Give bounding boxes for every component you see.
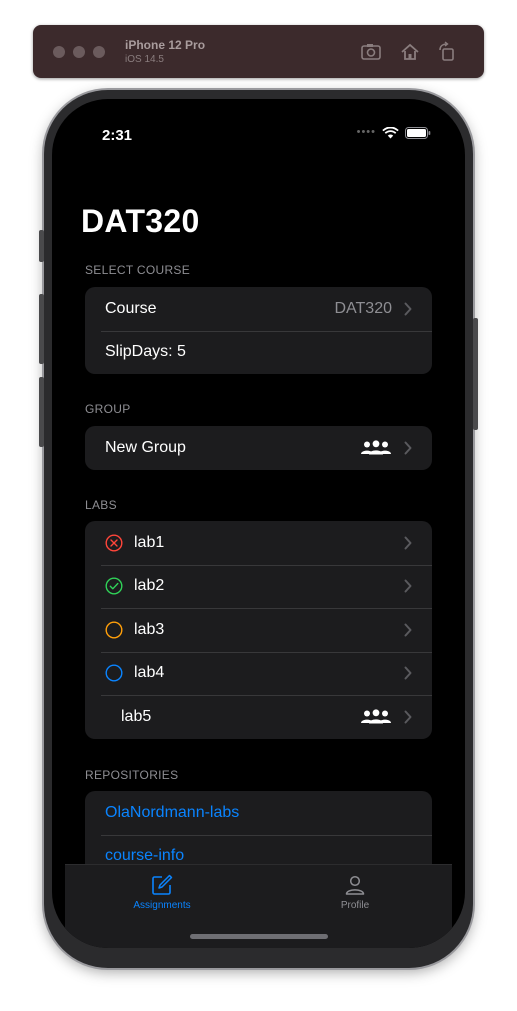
compose-icon — [152, 874, 173, 895]
section-header-group: GROUP — [85, 402, 131, 416]
chevron-right-icon — [404, 710, 412, 724]
lab-label: lab5 — [121, 707, 152, 725]
tab-profile[interactable]: Profile — [300, 873, 410, 911]
power-button — [473, 318, 478, 430]
course-value: DAT320 — [334, 299, 392, 317]
course-row[interactable]: Course DAT320 — [85, 287, 432, 331]
group-group: New Group — [85, 426, 432, 470]
volume-up-button — [39, 294, 44, 364]
simulator-toolbar: iPhone 12 Pro iOS 14.5 — [33, 25, 484, 78]
repo-link[interactable]: OlaNordmann-labs — [105, 804, 239, 822]
device-name: iPhone 12 Pro — [125, 38, 206, 52]
screenshot-icon[interactable] — [360, 41, 382, 63]
new-group-label: New Group — [105, 438, 186, 456]
x-circle-icon — [105, 534, 123, 552]
circle-icon — [105, 621, 123, 639]
volume-down-button — [39, 377, 44, 447]
lab-label: lab1 — [134, 533, 165, 551]
lab-row-lab4[interactable]: lab4 — [85, 651, 432, 696]
select-course-group: Course DAT320 SlipDays: 5 — [85, 287, 432, 374]
lab-row-lab3[interactable]: lab3 — [85, 608, 432, 652]
page-title: DAT320 — [81, 203, 200, 239]
minimize-window-button[interactable] — [73, 46, 85, 58]
os-version: iOS 14.5 — [125, 54, 164, 65]
section-header-select-course: SELECT COURSE — [85, 263, 191, 277]
repo-row[interactable]: OlaNordmann-labs — [85, 791, 432, 835]
check-circle-icon — [105, 577, 123, 595]
home-icon[interactable] — [399, 41, 421, 63]
new-group-row[interactable]: New Group — [85, 426, 432, 470]
battery-icon — [405, 127, 431, 139]
tab-label: Assignments — [133, 900, 191, 911]
chevron-right-icon — [404, 666, 412, 680]
chevron-right-icon — [404, 536, 412, 550]
status-time: 2:31 — [102, 127, 133, 144]
close-window-button[interactable] — [53, 46, 65, 58]
wifi-icon — [382, 127, 399, 139]
labs-group: lab1 lab2 lab3 lab4 lab5 — [85, 521, 432, 739]
slipdays-row: SlipDays: 5 — [85, 330, 432, 375]
chevron-right-icon — [404, 579, 412, 593]
lab-label: lab2 — [134, 577, 165, 595]
person-icon — [345, 875, 365, 895]
tab-label: Profile — [340, 900, 370, 911]
lab-label: lab3 — [134, 620, 165, 638]
course-label: Course — [105, 299, 157, 317]
lab-row-lab2[interactable]: lab2 — [85, 564, 432, 609]
repo-link[interactable]: course-info — [105, 847, 184, 865]
slipdays-label: SlipDays: 5 — [105, 343, 186, 361]
home-indicator[interactable] — [190, 934, 328, 939]
zoom-window-button[interactable] — [93, 46, 105, 58]
rotate-icon[interactable] — [436, 41, 458, 63]
circle-icon — [105, 664, 123, 682]
lab-row-lab5[interactable]: lab5 — [85, 695, 432, 739]
group-icon — [361, 709, 391, 724]
silent-switch — [39, 230, 44, 262]
status-indicators: •••• — [356, 126, 431, 139]
lab-row-lab1[interactable]: lab1 — [85, 521, 432, 565]
app-screen: 2:31 •••• DAT320 SELECT COURSE Course DA… — [52, 99, 465, 948]
tab-assignments[interactable]: Assignments — [107, 873, 217, 911]
signal-dots-icon: •••• — [356, 126, 376, 138]
chevron-right-icon — [404, 302, 412, 316]
section-header-labs: LABS — [85, 498, 117, 512]
lab-label: lab4 — [134, 664, 165, 682]
chevron-right-icon — [404, 623, 412, 637]
section-header-repositories: REPOSITORIES — [85, 768, 179, 782]
group-icon — [361, 440, 391, 455]
chevron-right-icon — [404, 441, 412, 455]
